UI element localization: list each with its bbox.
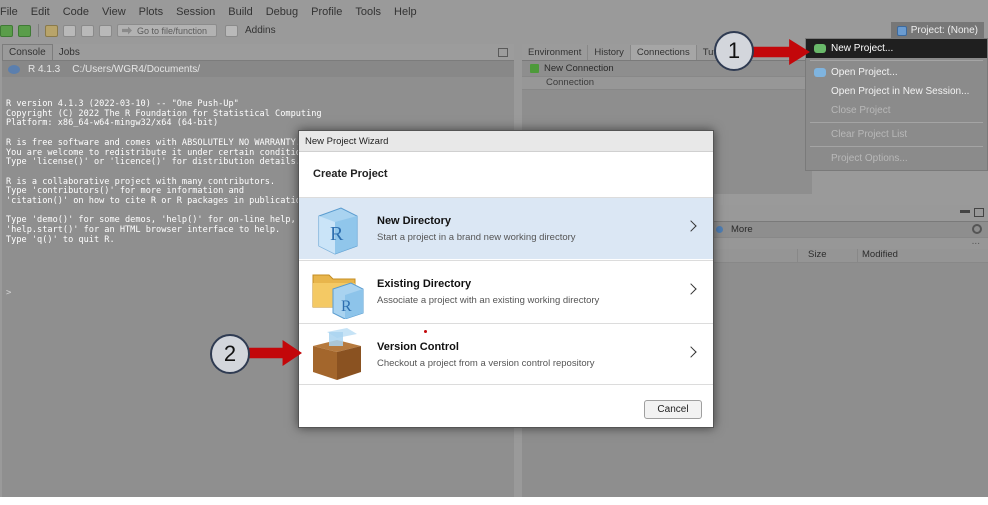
menu-divider xyxy=(810,146,983,147)
menu-item-project-options: Project Options... xyxy=(806,149,987,168)
r-version: R 4.1.3 xyxy=(28,63,61,75)
tab-console[interactable]: Console xyxy=(2,44,53,60)
goto-placeholder: Go to file/function xyxy=(137,25,208,36)
menu-code[interactable]: Code xyxy=(63,4,89,20)
refresh-icon[interactable] xyxy=(972,224,982,234)
project-cube-icon xyxy=(896,25,907,36)
option-title: New Directory xyxy=(377,215,451,227)
annotation-badge-2: 2 xyxy=(210,334,250,374)
menu-edit[interactable]: Edit xyxy=(31,4,50,20)
option-title: Version Control xyxy=(377,341,459,353)
r-logo-icon xyxy=(8,64,20,74)
grid-layout-icon[interactable] xyxy=(225,24,238,37)
maximize-pane-icon[interactable] xyxy=(974,208,984,217)
menu-session[interactable]: Session xyxy=(176,4,215,20)
menu-file[interactable]: File xyxy=(0,4,18,20)
new-project-wizard-dialog: New Project Wizard Create Project R New … xyxy=(298,130,714,428)
option-existing-directory[interactable]: R Existing Directory Associate a project… xyxy=(299,260,713,322)
console-path-bar: R 4.1.3 C:/Users/WGR4/Documents/ xyxy=(2,61,514,77)
save-icon[interactable] xyxy=(63,24,76,37)
menu-item-clear-list: Clear Project List xyxy=(806,125,987,144)
new-connection-button[interactable]: New Connection xyxy=(522,61,812,76)
menu-item-label: Project Options... xyxy=(831,153,908,164)
menu-tools[interactable]: Tools xyxy=(355,4,381,20)
chevron-right-icon xyxy=(685,220,697,232)
tab-environment[interactable]: Environment xyxy=(522,45,589,60)
svg-text:R: R xyxy=(341,298,352,315)
new-connection-label: New Connection xyxy=(544,63,614,74)
open-file-icon[interactable] xyxy=(45,24,58,37)
chevron-right-icon xyxy=(685,346,697,358)
menu-divider xyxy=(810,60,983,61)
minimize-pane-icon[interactable] xyxy=(960,210,970,213)
goto-file-input[interactable]: Go to file/function xyxy=(117,24,217,37)
menu-item-label: Clear Project List xyxy=(831,129,908,140)
ellipsis-button[interactable]: ... xyxy=(972,236,980,247)
print-icon[interactable] xyxy=(99,24,112,37)
menu-debug[interactable]: Debug xyxy=(266,4,298,20)
menu-item-label: Open Project in New Session... xyxy=(831,86,970,97)
annotation-badge-1: 1 xyxy=(714,31,754,71)
new-project-icon xyxy=(814,44,826,53)
addins-button[interactable]: Addins xyxy=(245,25,276,36)
menu-plots[interactable]: Plots xyxy=(139,4,163,20)
toolbar-divider xyxy=(38,24,39,37)
main-toolbar: Go to file/function Addins Project: (Non… xyxy=(0,22,988,39)
option-version-control[interactable]: Version Control Checkout a project from … xyxy=(299,323,713,385)
cancel-button[interactable]: Cancel xyxy=(644,400,702,419)
project-label: Project: (None) xyxy=(910,25,978,36)
menu-view[interactable]: View xyxy=(102,4,126,20)
tab-history[interactable]: History xyxy=(588,45,631,60)
more-button[interactable]: More xyxy=(731,224,753,235)
dialog-heading: Create Project xyxy=(313,168,388,180)
goto-arrow-icon xyxy=(122,26,132,35)
option-new-directory[interactable]: R New Directory Start a project in a bra… xyxy=(299,197,713,259)
new-file-icon[interactable] xyxy=(0,24,13,37)
option-description: Start a project in a brand new working d… xyxy=(377,232,576,243)
plus-icon xyxy=(530,64,539,73)
tab-connections[interactable]: Connections xyxy=(630,45,697,60)
option-title: Existing Directory xyxy=(377,278,472,290)
project-dropdown-menu: New Project... Open Project... Open Proj… xyxy=(805,38,988,171)
tab-jobs[interactable]: Jobs xyxy=(53,45,86,60)
box-icon xyxy=(313,328,361,380)
menu-divider xyxy=(810,122,983,123)
project-button[interactable]: Project: (None) xyxy=(890,22,984,39)
size-column-header[interactable]: Size xyxy=(798,249,858,262)
gear-icon xyxy=(716,226,723,233)
dialog-title: New Project Wizard xyxy=(299,131,713,152)
modified-column-header[interactable]: Modified xyxy=(858,249,898,262)
menu-bar: File Edit Code View Plots Session Build … xyxy=(0,4,900,20)
menu-profile[interactable]: Profile xyxy=(311,4,342,20)
save-all-icon[interactable] xyxy=(81,24,94,37)
option-description: Associate a project with an existing wor… xyxy=(377,295,600,306)
r-cube-icon: R xyxy=(318,207,358,255)
chevron-right-icon xyxy=(685,283,697,295)
menu-help[interactable]: Help xyxy=(394,4,417,20)
option-description: Checkout a project from a version contro… xyxy=(377,358,595,369)
menu-item-open-project[interactable]: Open Project... xyxy=(806,63,987,82)
svg-text:R: R xyxy=(330,223,344,245)
new-project-icon[interactable] xyxy=(18,24,31,37)
menu-build[interactable]: Build xyxy=(228,4,252,20)
open-project-icon xyxy=(814,68,826,77)
maximize-pane-icon[interactable] xyxy=(498,48,508,57)
menu-item-open-new-session[interactable]: Open Project in New Session... xyxy=(806,82,987,101)
connection-column-header: Connection xyxy=(522,76,812,90)
menu-item-label: Close Project xyxy=(831,105,891,116)
console-tabs: Console Jobs xyxy=(2,44,514,61)
working-directory[interactable]: C:/Users/WGR4/Documents/ xyxy=(72,64,200,75)
menu-item-label: Open Project... xyxy=(831,67,898,78)
annotation-dot xyxy=(424,330,427,333)
console-prompt[interactable]: > xyxy=(6,288,11,298)
menu-item-close-project: Close Project xyxy=(806,101,987,120)
rstudio-window: File Edit Code View Plots Session Build … xyxy=(0,0,988,497)
menu-item-new-project[interactable]: New Project... xyxy=(806,39,987,58)
folder-r-icon: R xyxy=(312,274,364,319)
console-output: R version 4.1.3 (2022-03-10) -- "One Pus… xyxy=(6,99,322,245)
menu-item-label: New Project... xyxy=(831,43,894,54)
